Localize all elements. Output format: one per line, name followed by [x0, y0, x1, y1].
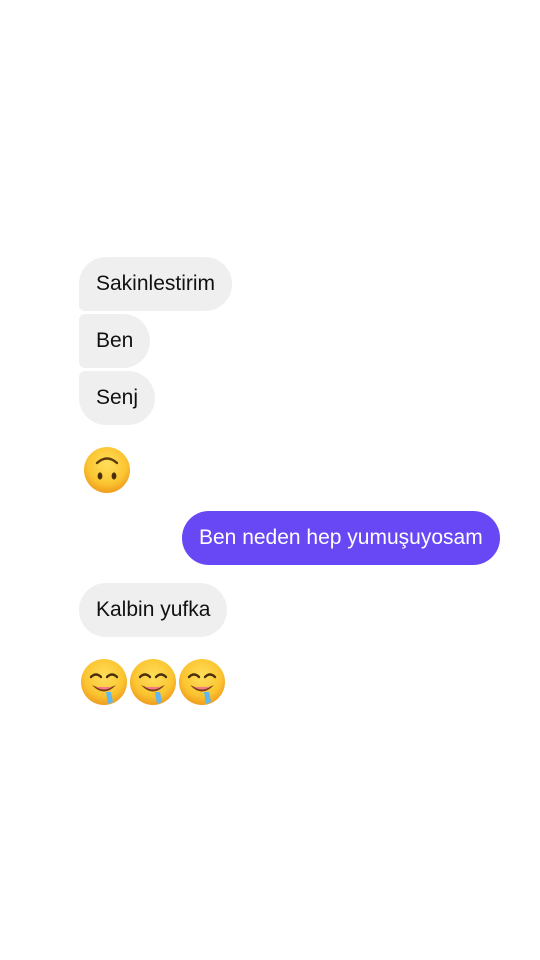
- drooling-face-icon[interactable]: [129, 658, 177, 706]
- incoming-message[interactable]: Ben: [79, 314, 151, 368]
- drooling-face-icon[interactable]: [80, 658, 128, 706]
- chat-thread: Sakinlestirim Ben Senj Ben neden hep yum…: [0, 0, 540, 960]
- outgoing-message[interactable]: Ben neden hep yumuşuyosam: [182, 511, 500, 565]
- incoming-message[interactable]: Senj: [79, 371, 156, 425]
- upside-down-face-icon[interactable]: [83, 446, 131, 494]
- drooling-face-icon[interactable]: [178, 658, 226, 706]
- incoming-message[interactable]: Sakinlestirim: [79, 257, 233, 311]
- incoming-message[interactable]: Kalbin yufka: [79, 583, 228, 637]
